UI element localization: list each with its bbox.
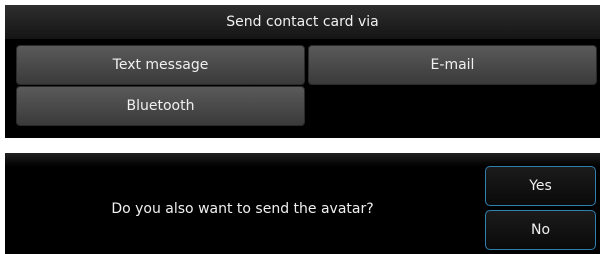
send-contact-dialog: Send contact card via Text message E-mai… bbox=[5, 5, 600, 138]
avatar-question-text: Do you also want to send the avatar? bbox=[111, 201, 374, 217]
yes-button[interactable]: Yes bbox=[485, 166, 596, 206]
send-avatar-dialog: Do you also want to send the avatar? Yes… bbox=[5, 153, 600, 254]
text-message-button[interactable]: Text message bbox=[16, 45, 305, 85]
bluetooth-button[interactable]: Bluetooth bbox=[16, 86, 305, 126]
no-button[interactable]: No bbox=[485, 210, 596, 250]
email-button[interactable]: E-mail bbox=[308, 45, 597, 85]
dialog-title: Send contact card via bbox=[5, 5, 600, 39]
